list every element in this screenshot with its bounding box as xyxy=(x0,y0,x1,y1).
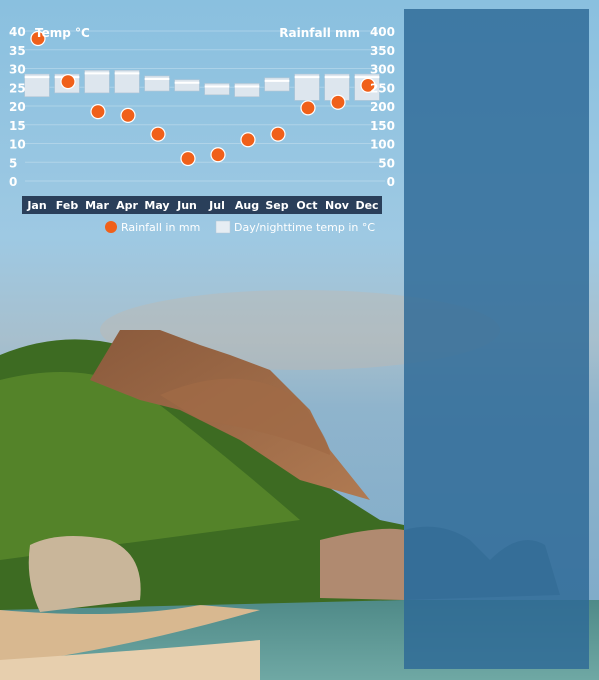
month-label: May xyxy=(144,199,169,212)
left-tick-label: 5 xyxy=(9,156,17,170)
rainfall-points xyxy=(30,30,376,167)
rainfall-point xyxy=(330,94,346,110)
right-tick-label: 50 xyxy=(378,156,395,170)
left-tick-label: 30 xyxy=(9,63,26,77)
month-label: Feb xyxy=(56,199,79,212)
right-tick-label: 200 xyxy=(370,100,395,114)
right-axis-ticks: 400 350 300 250 200 150 100 50 0 xyxy=(370,25,395,189)
left-axis-title: Temp °C xyxy=(35,26,90,40)
right-tick-label: 0 xyxy=(387,175,395,189)
right-tick-label: 100 xyxy=(370,138,395,152)
month-label: Dec xyxy=(355,199,378,212)
month-label: Jun xyxy=(176,199,197,212)
month-label: Jul xyxy=(208,199,225,212)
rainfall-point xyxy=(180,150,196,167)
right-tick-label: 150 xyxy=(370,119,395,133)
month-label: Aug xyxy=(235,199,259,212)
left-tick-label: 15 xyxy=(9,119,26,133)
rainfall-point xyxy=(120,107,136,123)
month-label: Sep xyxy=(265,199,288,212)
right-tick-label: 250 xyxy=(370,81,395,95)
month-label: Jan xyxy=(26,199,46,212)
rainfall-point xyxy=(150,126,166,142)
rainfall-point xyxy=(210,147,226,163)
right-tick-label: 400 xyxy=(370,25,395,39)
right-tick-label: 300 xyxy=(370,63,395,77)
month-label: Apr xyxy=(116,199,138,212)
temp-bar xyxy=(264,77,290,92)
legend-rainfall-label: Rainfall in mm xyxy=(121,221,200,234)
left-axis-ticks: 40 35 30 25 20 15 10 5 0 xyxy=(9,25,26,189)
left-tick-label: 20 xyxy=(9,100,26,114)
chart-gridlines xyxy=(25,30,385,182)
month-label: Oct xyxy=(296,199,317,212)
temp-bar xyxy=(174,79,200,92)
temp-bar xyxy=(234,83,260,97)
info-panel xyxy=(404,9,589,669)
temp-bar xyxy=(204,83,230,96)
left-tick-label: 10 xyxy=(9,138,26,152)
rainfall-point xyxy=(90,104,106,120)
rainfall-point xyxy=(240,132,256,148)
month-label: Nov xyxy=(325,199,350,212)
left-tick-label: 0 xyxy=(9,175,17,189)
legend-rainfall-marker xyxy=(105,221,117,233)
left-tick-label: 25 xyxy=(9,81,26,95)
rainfall-point xyxy=(300,100,316,116)
rainfall-point xyxy=(60,74,76,90)
left-tick-label: 35 xyxy=(9,44,26,58)
legend-temp-marker xyxy=(215,220,231,234)
right-tick-label: 350 xyxy=(370,44,395,58)
climate-chart: 4035302520151050 40035030025020015010050… xyxy=(9,25,395,234)
left-tick-label: 40 xyxy=(9,25,26,39)
temp-range-bars xyxy=(24,70,380,101)
legend-temp-label: Day/nighttime temp in °C xyxy=(234,221,375,234)
rainfall-point xyxy=(270,126,286,142)
right-axis-title: Rainfall mm xyxy=(279,26,360,40)
month-label: Mar xyxy=(85,199,109,212)
